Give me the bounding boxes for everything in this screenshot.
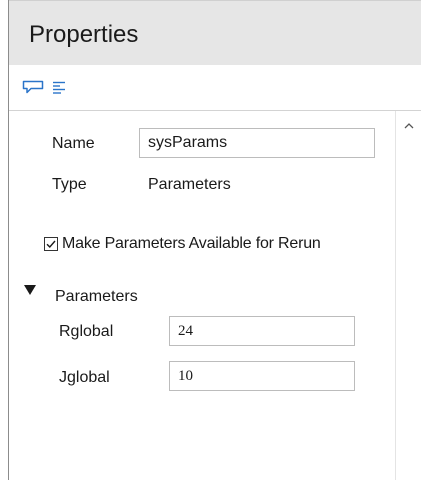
scroll-up-icon[interactable] <box>402 121 416 131</box>
jglobal-label: Jglobal <box>59 369 110 386</box>
panel-header: Properties <box>9 0 421 66</box>
parameters-section-label: Parameters <box>55 288 138 305</box>
rglobal-label: Rglobal <box>59 323 114 340</box>
type-label: Type <box>52 176 87 193</box>
panel-title: Properties <box>29 21 139 48</box>
expand-triangle-icon[interactable] <box>23 284 37 296</box>
type-value: Parameters <box>148 176 231 193</box>
comment-button[interactable] <box>21 75 45 99</box>
jglobal-field[interactable] <box>169 361 355 391</box>
name-field[interactable] <box>139 128 375 158</box>
comment-icon <box>22 80 44 94</box>
rerun-checkbox[interactable] <box>44 237 58 251</box>
rerun-checkbox-row[interactable]: Make Parameters Available for Rerun <box>44 235 321 253</box>
panel-toolbar <box>9 65 421 111</box>
checkmark-icon <box>46 240 56 249</box>
name-label: Name <box>52 135 95 152</box>
align-left-button[interactable] <box>47 75 71 99</box>
properties-panel: Properties Name Type Parameters <box>8 0 421 480</box>
align-left-icon <box>53 81 65 94</box>
rerun-checkbox-label: Make Parameters Available for Rerun <box>62 235 321 252</box>
rglobal-field[interactable] <box>169 316 355 346</box>
vertical-scrollbar[interactable] <box>395 111 421 480</box>
properties-content: Name Type Parameters Make Parameters Ava… <box>9 111 395 480</box>
